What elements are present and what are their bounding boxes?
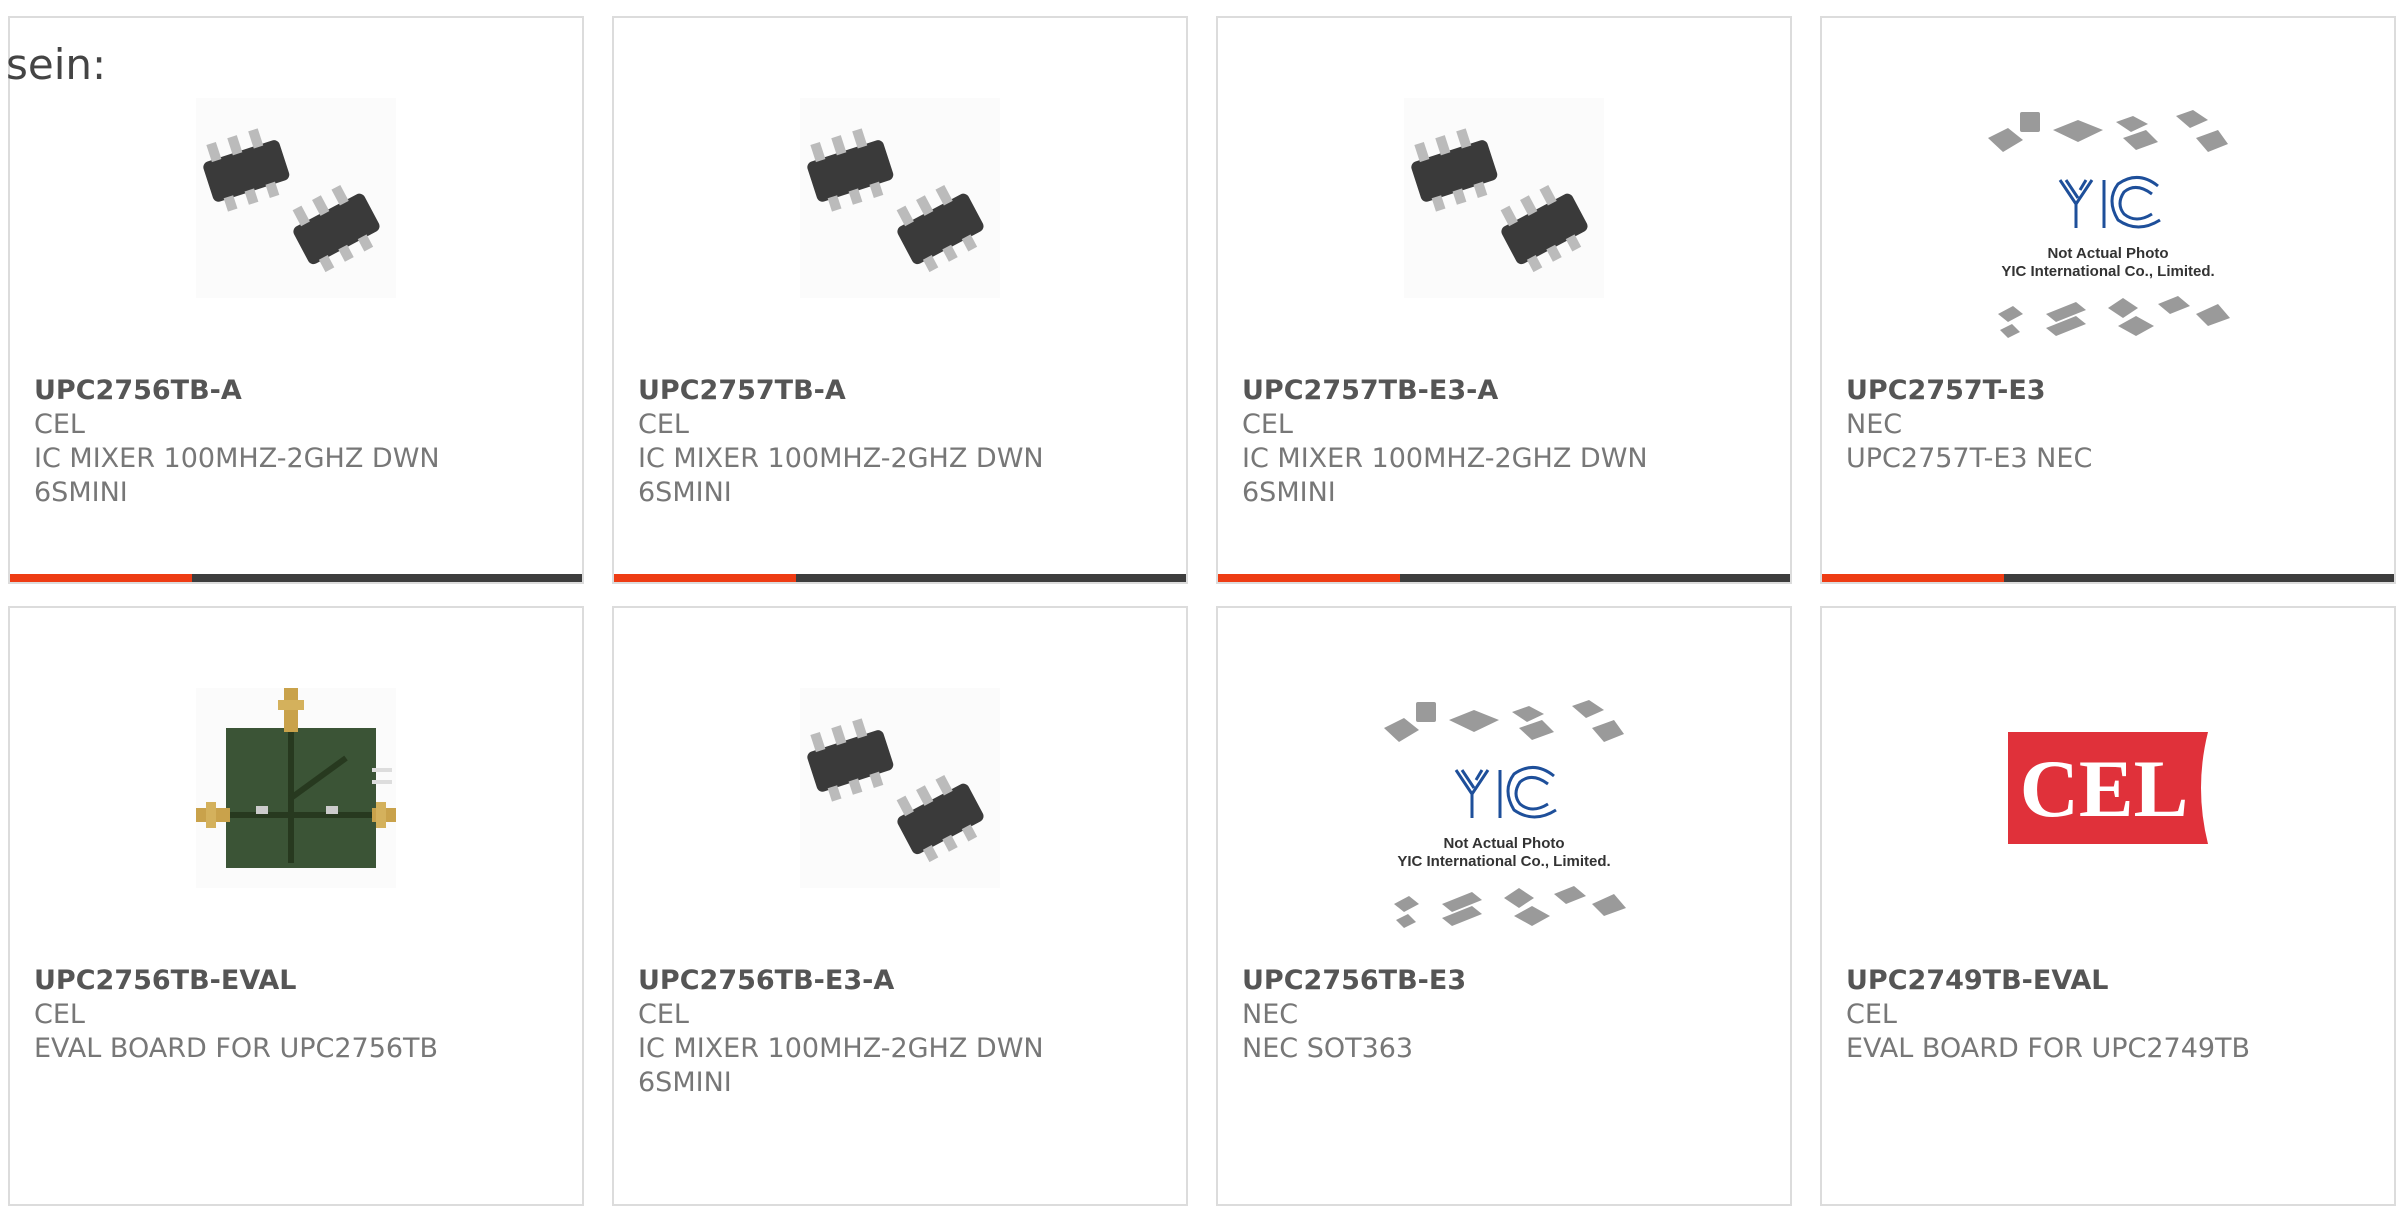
part-number[interactable]: UPC2749TB-EVAL	[1846, 964, 2366, 998]
placeholder-caption: Not Actual Photo	[1443, 835, 1564, 852]
description-line: 6SMINI	[34, 477, 128, 508]
part-number[interactable]: UPC2757T-E3	[1846, 374, 2366, 408]
card-bar	[1822, 574, 2394, 582]
manufacturer: CEL	[638, 409, 689, 440]
card-bar	[1218, 574, 1790, 582]
product-image[interactable]	[1354, 78, 1654, 318]
eval-board-icon	[196, 688, 396, 888]
product-card[interactable]: Not Actual Photo YIC International Co., …	[1216, 606, 1792, 1206]
manufacturer: CEL	[34, 409, 85, 440]
card-bar-accent	[1822, 574, 2004, 582]
card-bar-accent	[10, 574, 192, 582]
product-card[interactable]: UPC2756TB-A CEL IC MIXER 100MHZ-2GHZ DWN…	[8, 16, 584, 584]
cel-logo-icon: CEL	[2008, 732, 2208, 844]
description-line: EVAL BOARD FOR UPC2756TB	[34, 1033, 439, 1064]
part-number[interactable]: UPC2756TB-EVAL	[34, 964, 554, 998]
product-card[interactable]: UPC2756TB-EVAL CEL EVAL BOARD FOR UPC275…	[8, 606, 584, 1206]
product-image[interactable]: Not Actual Photo YIC International Co., …	[1354, 698, 1654, 938]
description-line: EVAL BOARD FOR UPC2749TB	[1846, 1033, 2251, 1064]
description-line: 6SMINI	[1242, 477, 1336, 508]
placeholder-caption: Not Actual Photo	[2047, 245, 2168, 262]
manufacturer: NEC	[1846, 409, 1903, 440]
product-image[interactable]	[146, 668, 446, 908]
card-bar-accent	[614, 574, 796, 582]
yic-placeholder-icon: Not Actual Photo YIC International Co., …	[1384, 700, 1626, 928]
description-line: NEC SOT363	[1242, 1033, 1414, 1064]
product-image[interactable]	[146, 78, 446, 318]
part-number[interactable]: UPC2757TB-E3-A	[1242, 374, 1762, 408]
logo-text: CEL	[2020, 743, 2189, 834]
yic-placeholder-icon: Not Actual Photo YIC International Co., …	[1988, 110, 2230, 338]
product-card[interactable]: UPC2756TB-E3-A CEL IC MIXER 100MHZ-2GHZ …	[612, 606, 1188, 1206]
product-card[interactable]: UPC2757TB-A CEL IC MIXER 100MHZ-2GHZ DWN…	[612, 16, 1188, 584]
placeholder-caption: YIC International Co., Limited.	[2001, 263, 2214, 280]
description-line: IC MIXER 100MHZ-2GHZ DWN	[1242, 443, 1648, 474]
card-bar	[614, 574, 1186, 582]
placeholder-caption: YIC International Co., Limited.	[1397, 853, 1610, 870]
card-bar-accent	[1218, 574, 1400, 582]
sot363-chip-icon	[1404, 98, 1604, 298]
sot363-chip-icon	[800, 98, 1000, 298]
lead-text: sein:	[6, 40, 107, 89]
product-image[interactable]: CEL	[1958, 668, 2258, 908]
product-card[interactable]: Not Actual Photo YIC International Co., …	[1820, 16, 2396, 584]
description-line: IC MIXER 100MHZ-2GHZ DWN	[638, 443, 1044, 474]
manufacturer: CEL	[1242, 409, 1293, 440]
part-number[interactable]: UPC2757TB-A	[638, 374, 1158, 408]
manufacturer: CEL	[34, 999, 85, 1030]
manufacturer: NEC	[1242, 999, 1299, 1030]
product-image[interactable]	[750, 668, 1050, 908]
card-bar	[10, 574, 582, 582]
part-number[interactable]: UPC2756TB-E3-A	[638, 964, 1158, 998]
description-line: 6SMINI	[638, 1067, 732, 1098]
part-number[interactable]: UPC2756TB-E3	[1242, 964, 1762, 998]
manufacturer: CEL	[1846, 999, 1897, 1030]
sot363-chip-icon	[196, 98, 396, 298]
part-number[interactable]: UPC2756TB-A	[34, 374, 554, 408]
product-image[interactable]	[750, 78, 1050, 318]
manufacturer: CEL	[638, 999, 689, 1030]
product-card[interactable]: UPC2757TB-E3-A CEL IC MIXER 100MHZ-2GHZ …	[1216, 16, 1792, 584]
sot363-chip-icon	[800, 688, 1000, 888]
description-line: IC MIXER 100MHZ-2GHZ DWN	[34, 443, 440, 474]
description-line: 6SMINI	[638, 477, 732, 508]
product-image[interactable]: Not Actual Photo YIC International Co., …	[1958, 108, 2258, 348]
product-card[interactable]: CEL UPC2749TB-EVAL CEL EVAL BOARD FOR UP…	[1820, 606, 2396, 1206]
description-line: IC MIXER 100MHZ-2GHZ DWN	[638, 1033, 1044, 1064]
description-line: UPC2757T-E3 NEC	[1846, 443, 2093, 474]
